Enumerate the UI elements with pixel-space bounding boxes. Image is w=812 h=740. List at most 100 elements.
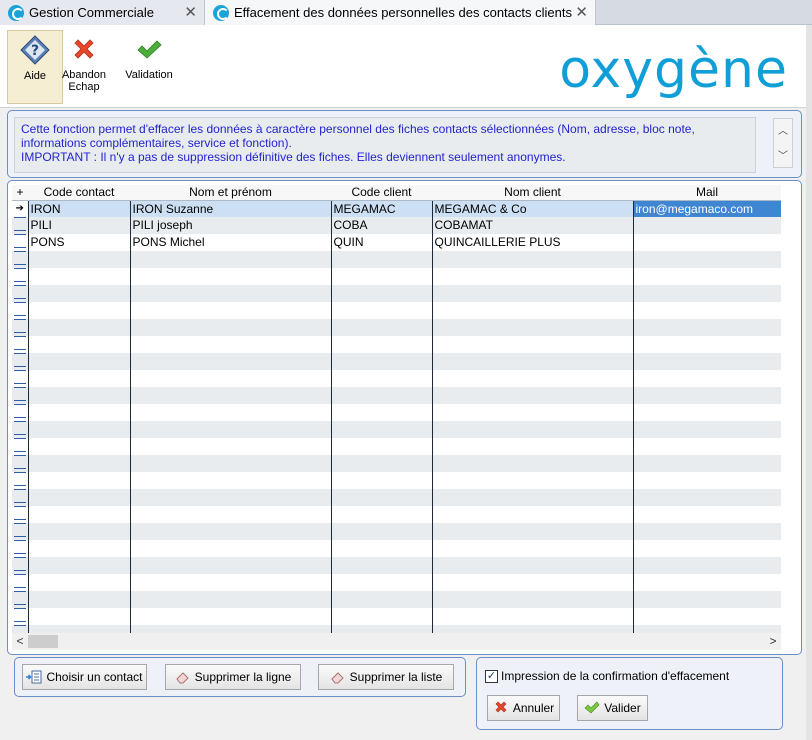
cell-name[interactable] [130,284,332,302]
row-indicator[interactable] [12,420,29,438]
empty-table-row[interactable] [12,488,781,506]
cell-client-name[interactable] [432,556,634,574]
print-confirmation-checkbox[interactable]: ✓ [485,670,498,683]
cell-mail[interactable] [633,216,781,234]
cell-mail[interactable] [633,522,781,540]
empty-table-row[interactable] [12,624,781,633]
cell-client-code[interactable] [331,505,433,523]
cell-code[interactable]: IRON [28,200,131,217]
empty-table-row[interactable] [12,301,781,319]
cell-name[interactable]: IRON Suzanne [130,200,332,217]
row-indicator[interactable] [12,233,29,251]
cell-name[interactable] [130,471,332,489]
cell-name[interactable] [130,624,332,633]
cell-client-code[interactable] [331,437,433,455]
row-indicator[interactable] [12,318,29,336]
cell-name[interactable] [130,607,332,625]
row-indicator[interactable] [12,403,29,421]
row-indicator[interactable] [12,267,29,285]
validate-button[interactable]: Valider [577,695,648,721]
help-button[interactable]: ? Aide [7,30,63,104]
cell-client-code[interactable] [331,284,433,302]
cell-mail[interactable] [633,403,781,421]
cell-code[interactable] [28,437,131,455]
cell-mail[interactable] [633,352,781,370]
cell-client-name[interactable]: QUINCAILLERIE PLUS [432,233,634,251]
cell-client-code[interactable] [331,420,433,438]
cell-code[interactable] [28,386,131,404]
cell-code[interactable] [28,318,131,336]
chevron-left-icon[interactable]: < [12,633,28,650]
cell-client-code[interactable] [331,556,433,574]
cell-code[interactable] [28,539,131,557]
window-scrollbar[interactable] [806,25,812,740]
cell-code[interactable] [28,590,131,608]
cell-client-name[interactable] [432,386,634,404]
cell-mail[interactable] [633,335,781,353]
cell-client-code[interactable]: MEGAMAC [331,200,433,217]
empty-table-row[interactable] [12,437,781,455]
cell-code[interactable] [28,471,131,489]
abort-button[interactable]: Abandon Echap [56,30,112,104]
grid-horizontal-scrollbar[interactable]: < > [12,633,781,650]
column-nom-client[interactable]: Nom client [432,185,633,201]
table-row[interactable]: ➔ IRON IRON Suzanne MEGAMAC MEGAMAC & Co iron… [12,200,781,217]
cell-name[interactable] [130,403,332,421]
cell-mail[interactable] [633,624,781,633]
cell-code[interactable] [28,522,131,540]
empty-table-row[interactable] [12,556,781,574]
cell-client-code[interactable] [331,318,433,336]
cell-mail[interactable] [633,471,781,489]
empty-table-row[interactable] [12,250,781,268]
cell-mail[interactable] [633,505,781,523]
empty-table-row[interactable] [12,522,781,540]
cell-mail[interactable] [633,573,781,591]
cell-name[interactable] [130,352,332,370]
cell-client-name[interactable] [432,420,634,438]
cell-mail[interactable] [633,301,781,319]
cell-client-name[interactable] [432,573,634,591]
cell-name[interactable] [130,556,332,574]
cell-client-code[interactable] [331,386,433,404]
contacts-grid[interactable]: + Code contact Nom et prénom Code client… [12,185,781,633]
cell-name[interactable] [130,590,332,608]
cell-code[interactable]: PILI [28,216,131,234]
cell-code[interactable] [28,556,131,574]
delete-line-button[interactable]: Supprimer la ligne [165,664,301,690]
cell-client-code[interactable] [331,352,433,370]
cell-mail[interactable] [633,318,781,336]
cell-client-name[interactable] [432,318,634,336]
cell-client-code[interactable] [331,403,433,421]
delete-list-button[interactable]: Supprimer la liste [318,664,454,690]
cell-code[interactable] [28,267,131,285]
cell-client-name[interactable] [432,454,634,472]
row-indicator[interactable] [12,556,29,574]
row-indicator[interactable] [12,352,29,370]
cell-name[interactable] [130,420,332,438]
cell-code[interactable] [28,369,131,387]
empty-table-row[interactable] [12,318,781,336]
cell-client-code[interactable] [331,522,433,540]
chevron-right-icon[interactable]: > [765,633,781,650]
cell-code[interactable] [28,624,131,633]
cell-code[interactable] [28,250,131,268]
cell-mail[interactable] [633,233,781,251]
cell-client-name[interactable] [432,250,634,268]
row-indicator[interactable] [12,454,29,472]
column-code-contact[interactable]: Code contact [28,185,130,201]
row-indicator[interactable] [12,522,29,540]
choose-contact-button[interactable]: Choisir un contact [22,664,147,690]
cell-name[interactable] [130,488,332,506]
cell-mail[interactable] [633,386,781,404]
cell-mail[interactable] [633,437,781,455]
tab-effacement[interactable]: Effacement des données personnelles des … [204,0,596,25]
row-indicator[interactable] [12,590,29,608]
empty-table-row[interactable] [12,420,781,438]
cell-client-name[interactable] [432,284,634,302]
empty-table-row[interactable] [12,590,781,608]
cell-code[interactable] [28,301,131,319]
row-indicator[interactable] [12,301,29,319]
empty-table-row[interactable] [12,471,781,489]
add-row-icon[interactable]: + [12,185,28,201]
cell-mail[interactable] [633,607,781,625]
